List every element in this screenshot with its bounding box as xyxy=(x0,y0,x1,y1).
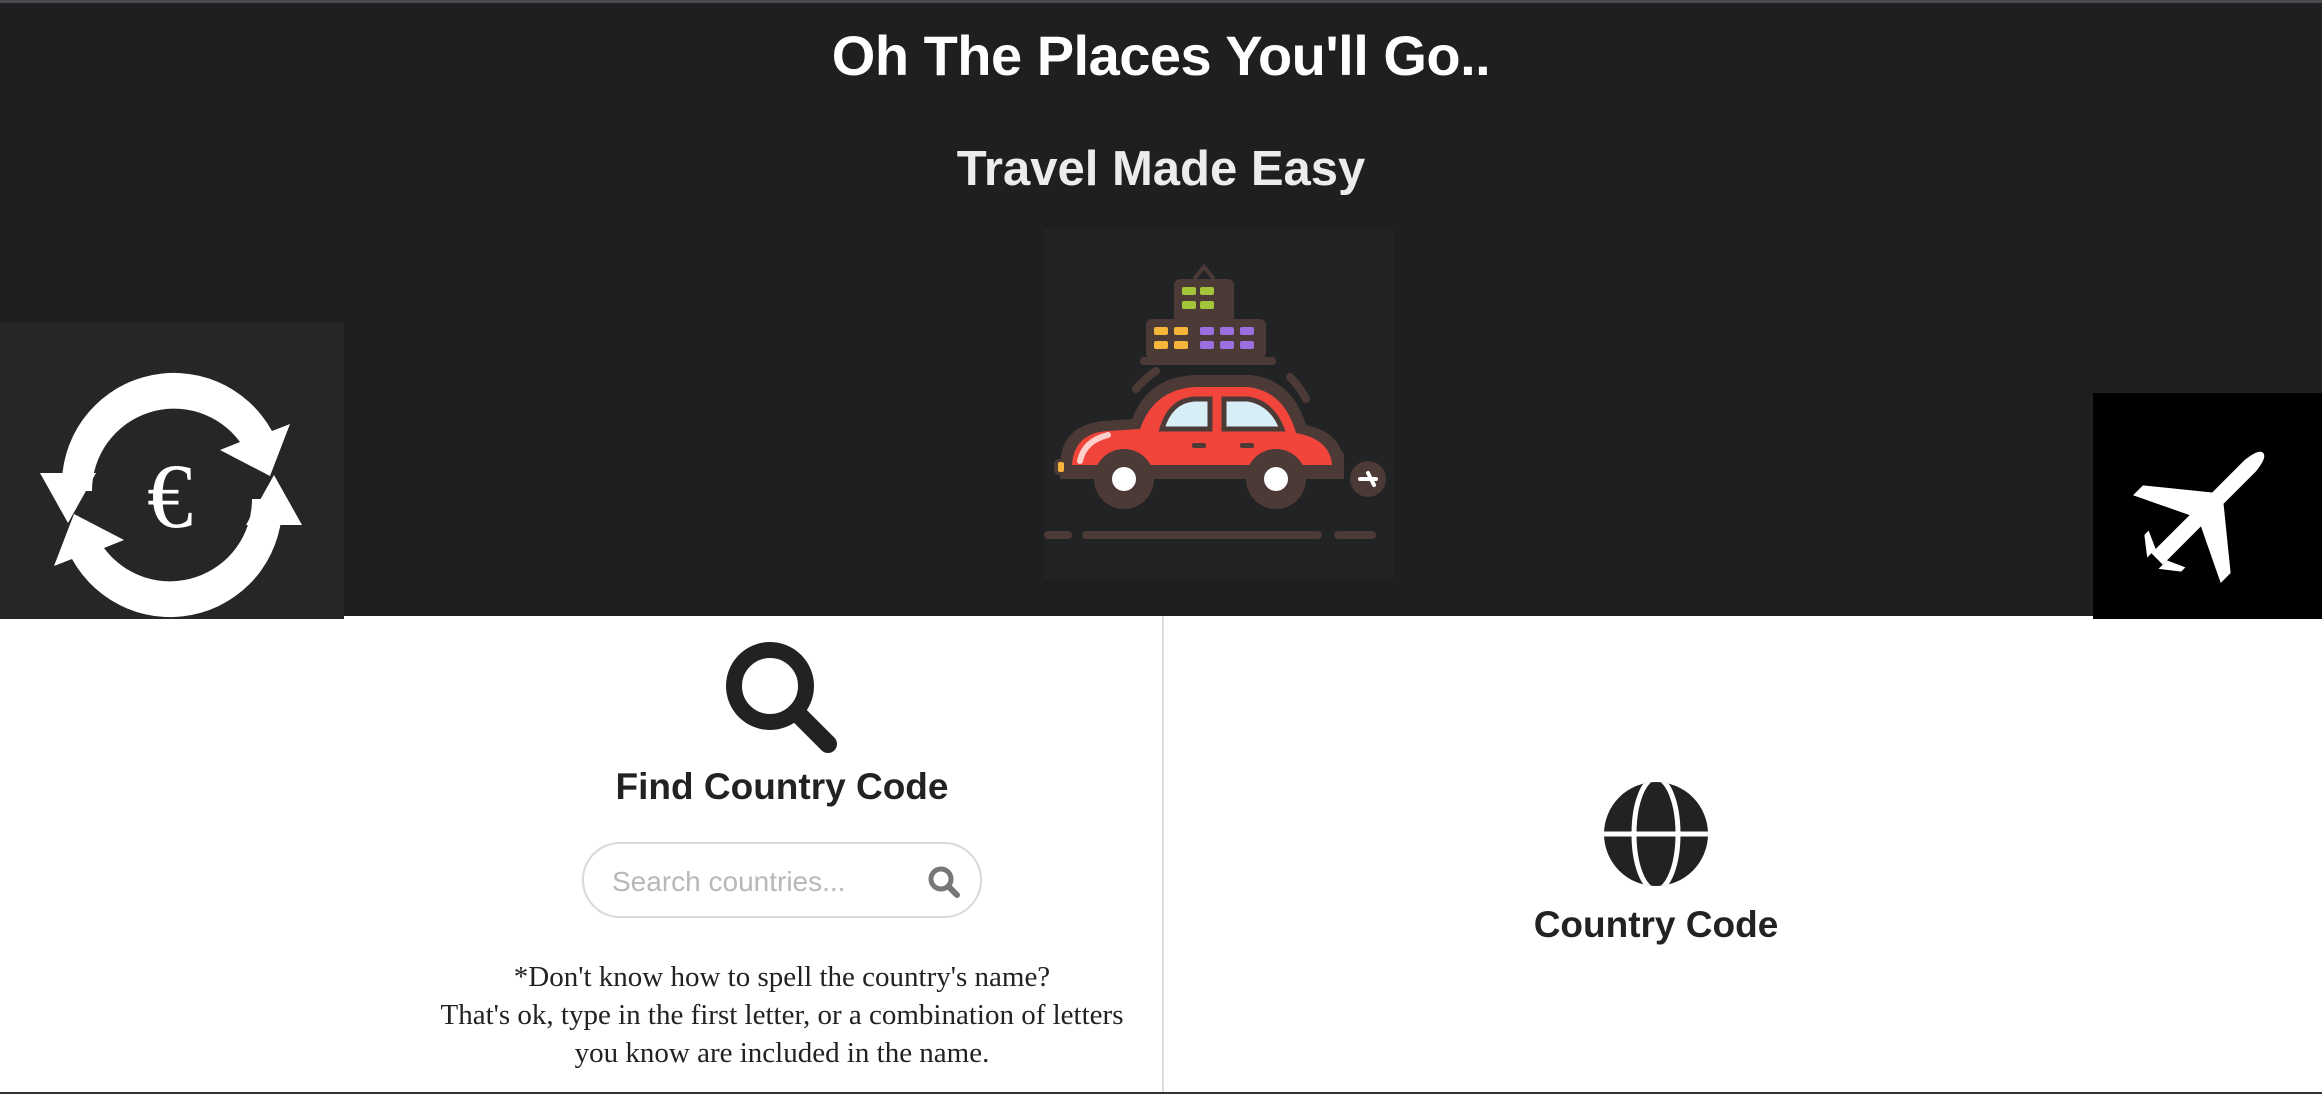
flights-tile[interactable] xyxy=(2093,393,2322,619)
airplane-icon xyxy=(2133,451,2265,583)
help-line: *Don't know how to spell the country's n… xyxy=(513,961,1051,993)
euro-exchange-icon: € xyxy=(40,372,302,618)
search-help-text: *Don't know how to spell the country's n… xyxy=(360,958,1204,1072)
currency-exchange-tile[interactable]: € xyxy=(0,323,344,619)
help-line: That's ok, type in the first letter, or … xyxy=(440,999,1124,1031)
country-code-heading: Country Code xyxy=(1533,904,1779,945)
country-search-box xyxy=(582,842,982,918)
euro-symbol: € xyxy=(147,445,193,547)
page-title: Oh The Places You'll Go.. xyxy=(831,24,1491,87)
search-button-icon[interactable] xyxy=(926,864,962,900)
car-illustration xyxy=(1044,229,1394,579)
find-country-code-heading: Find Country Code xyxy=(615,766,949,807)
help-line: you know are included in the name. xyxy=(574,1037,990,1069)
hero-banner: Oh The Places You'll Go.. Travel Made Ea… xyxy=(0,0,2322,619)
page-subtitle: Travel Made Easy xyxy=(956,142,1366,196)
country-search-input[interactable] xyxy=(610,856,914,908)
car-with-luggage-icon xyxy=(1044,263,1386,539)
search-icon xyxy=(726,642,837,753)
globe-icon xyxy=(1604,782,1708,886)
